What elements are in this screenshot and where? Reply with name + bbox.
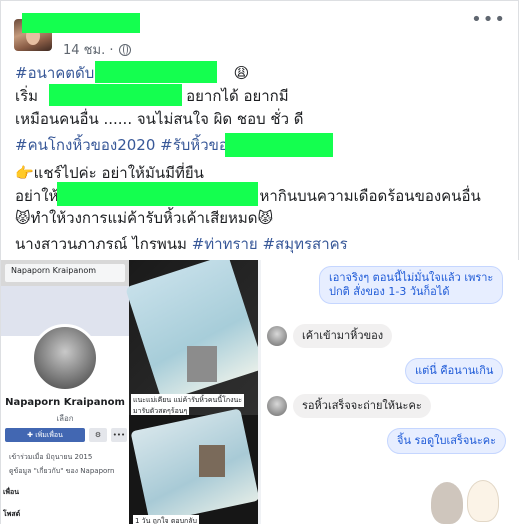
chat-avatar <box>267 326 287 346</box>
section-friends: เพื่อน <box>3 488 19 496</box>
profile-subtitle: เลือก <box>56 414 74 423</box>
more-options-icon[interactable]: ••• <box>471 11 506 29</box>
post-timestamp[interactable]: 14 ชม. · <box>63 39 113 60</box>
bunny-sticker <box>427 472 507 524</box>
chat-text: ปกติ สั่งของ 1-3 วันก็อได้ <box>329 285 450 298</box>
profile-info-about: ดูข้อมูล "เกี่ยวกับ" ของ Napaporn <box>9 467 115 475</box>
photo-left[interactable]: Napaporn Kraipanom Napaporn Kraipanom เล… <box>1 260 258 524</box>
chat-message-out: เอาจริงๆ ตอนนี้ไม่มั่นใจแล้ว เพราะ ปกติ … <box>319 266 504 304</box>
add-friend-button: ✚ เพิ่มเพื่อน <box>5 428 85 442</box>
emoji: 😩 <box>233 64 250 82</box>
sticker-bunny <box>467 480 499 522</box>
redaction-box <box>225 133 333 157</box>
photo-right-chat[interactable]: เอาจริงๆ ตอนนี้ไม่มั่นใจแล้ว เพราะ ปกติ … <box>261 260 519 524</box>
profile-card: Napaporn Kraipanom เลือก ✚ เพิ่มเพื่อน ⚙… <box>1 286 129 524</box>
post-text: เริ่ม <box>15 87 39 105</box>
post-text: อย่าให้ <box>15 187 59 205</box>
profile-name: Napaporn Kraipanom <box>5 397 125 408</box>
caption-actions: 1 วัน ถูกใจ ตอบกลับ <box>133 515 200 524</box>
search-header: Napaporn Kraipanom <box>1 260 129 286</box>
post-line-3: เหมือนคนอื่น ...... จนไม่สนใจ ผิด ชอบ ชั… <box>15 110 304 128</box>
profile-picture <box>31 324 99 392</box>
id-card <box>130 408 258 524</box>
more-button: ••• <box>111 428 127 442</box>
photo-grid: Napaporn Kraipanom Napaporn Kraipanom เล… <box>1 260 519 524</box>
redaction-box <box>57 182 258 206</box>
chat-text: เอาจริงๆ ตอนนี้ไม่มั่นใจแล้ว เพราะ <box>329 271 494 284</box>
post-text: น อยากได้ อยากมี <box>171 87 289 105</box>
chat-message-out: จิ้น รอดูใบเสร็จนะคะ <box>387 428 506 454</box>
id-card-portrait <box>187 346 217 382</box>
redaction-box <box>95 61 217 83</box>
post-line-7: 😾ทำให้วงการแม่ค้ารับหิ้วเค้าเสียหมด😾 <box>15 209 274 227</box>
chat-message-out: แต่นี่ คือนานเกิน <box>405 358 504 384</box>
chat-avatar <box>267 396 287 416</box>
id-card-photo-bottom: 1 วัน ถูกใจ ตอบกลับ <box>129 408 258 524</box>
post-line-4-hashtags[interactable]: #คนโกงหิ้วของ2020 #รับหิ้วของ <box>15 135 235 155</box>
sticker-bunny <box>431 482 463 524</box>
post-text: นางสาวนภาภรณ์ ไกรพนม <box>15 235 192 253</box>
author-name-redaction <box>22 13 140 33</box>
post-text: หากินบนความเดือดร้อนของคนอื่น <box>259 187 481 205</box>
hashtag-link[interactable]: #ท่าทราย #สมุทรสาคร <box>192 235 348 253</box>
chat-message-in: รอหิ้วเสร็จจะถ่ายให้นะคะ <box>293 394 431 418</box>
id-card-photo-top: แนะแม่เคียน แม่ค้ารับหิ้วคนนี้โกงนะ มารั… <box>125 260 258 418</box>
chat-message-in: เค้าเข้ามาหิ้วของ <box>293 324 393 348</box>
settings-button: ⚙ <box>89 428 107 442</box>
facebook-post: 14 ชม. · ••• #อนาคตดับ # 😩 เริ่มน อยากได้… <box>0 0 519 524</box>
section-posts: โพสต์ <box>3 510 21 518</box>
redaction-box <box>49 84 182 106</box>
globe-icon <box>119 43 132 56</box>
search-text: Napaporn Kraipanom <box>11 266 96 275</box>
post-line-8: นางสาวนภาภรณ์ ไกรพนม #ท่าทราย #สมุทรสาคร <box>15 234 348 254</box>
post-meta: 14 ชม. · <box>63 39 132 60</box>
post-line-5: 👉แชร์ไปค่ะ อย่าให้มันมีที่ยืน <box>15 164 204 182</box>
id-card-portrait <box>199 445 225 477</box>
profile-info-joined: เข้าร่วมเมื่อ มิถุนายน 2015 <box>9 453 93 461</box>
